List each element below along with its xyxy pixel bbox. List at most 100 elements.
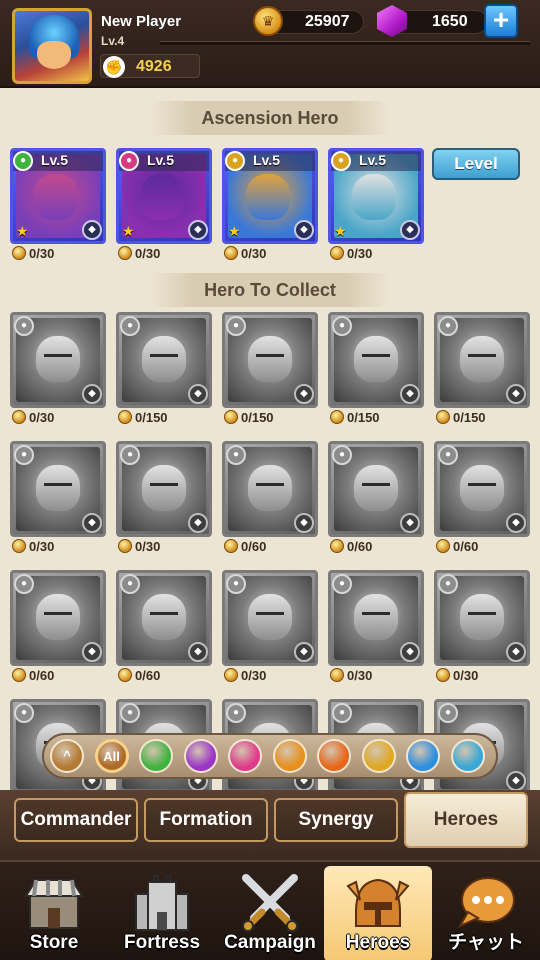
ascension-hero-card[interactable]: ● Lv.5 ★ ◆ (116, 148, 212, 244)
class-badge-icon: ● (226, 445, 246, 465)
class-badge-icon: ● (438, 574, 458, 594)
filter-orange-button[interactable] (272, 739, 307, 773)
shard-value: 0/150 (453, 410, 486, 425)
gem-value: 1650 (432, 13, 468, 30)
shard-icon (224, 539, 238, 553)
shard-icon (330, 539, 344, 553)
filter-water-button[interactable] (406, 739, 440, 773)
nav-fortress-label: Fortress (123, 932, 201, 953)
ascension-hero-card[interactable]: ● Lv.5 ★ ◆ (10, 148, 106, 244)
shard-count: 0/150 (330, 410, 380, 426)
nav-campaign[interactable]: Campaign (216, 866, 324, 960)
tab-formation[interactable]: Formation (144, 798, 268, 842)
shard-value: 0/30 (241, 246, 267, 261)
shard-icon (224, 668, 238, 682)
role-icon: ◆ (188, 513, 208, 533)
nav-store[interactable]: Store (0, 866, 108, 960)
filter-all-button[interactable]: All (94, 739, 129, 773)
class-badge-icon: ● (438, 316, 458, 336)
add-gems-button[interactable]: + (484, 4, 518, 38)
shard-value: 0/30 (347, 668, 373, 683)
role-icon: ◆ (188, 384, 208, 404)
role-icon: ◆ (82, 642, 102, 662)
hero-list-panel[interactable]: Level Ascension Hero ● Lv.5 ★ ◆ 0/30 ● L… (0, 88, 540, 790)
level-button[interactable]: Level (432, 148, 520, 180)
shard-icon (118, 668, 132, 682)
bow-icon: ◆ (82, 220, 102, 240)
ascension-hero-card[interactable]: ● Lv.5 ★ ◆ (222, 148, 318, 244)
role-icon: ◆ (400, 513, 420, 533)
player-avatar[interactable] (12, 8, 92, 84)
locked-hero-card[interactable]: ● ◆ (222, 570, 318, 666)
shard-icon (224, 410, 238, 424)
locked-hero-card[interactable]: ● ◆ (434, 312, 530, 408)
class-badge-icon: ● (438, 445, 458, 465)
hero-subtabs: Commander Formation Synergy Heroes (0, 790, 540, 860)
tab-synergy[interactable]: Synergy (274, 798, 398, 842)
filter-purple-button[interactable] (183, 739, 218, 773)
class-badge-icon: ● (332, 316, 352, 336)
locked-hero-card[interactable]: ● ◆ (116, 312, 212, 408)
role-icon: ◆ (506, 513, 526, 533)
shard-count: 0/150 (436, 410, 486, 426)
locked-hero-card[interactable]: ● ◆ (328, 312, 424, 408)
shard-icon (12, 410, 26, 424)
role-icon: ◆ (82, 384, 102, 404)
xp-bar (160, 41, 530, 45)
filter-gold-button[interactable] (361, 739, 396, 773)
filter-fire-button[interactable] (317, 739, 351, 773)
shard-count: 0/30 (330, 668, 372, 684)
locked-hero-card[interactable]: ● ◆ (328, 441, 424, 537)
helmet-icon (346, 878, 410, 927)
role-icon: ◆ (294, 384, 314, 404)
shard-value: 0/150 (241, 410, 274, 425)
locked-hero-card[interactable]: ● ◆ (328, 570, 424, 666)
tab-heroes[interactable]: Heroes (404, 792, 528, 848)
tab-commander[interactable]: Commander (14, 798, 138, 842)
class-badge-icon: ● (438, 703, 458, 723)
shard-count: 0/60 (330, 539, 372, 555)
filter-pink-button[interactable] (228, 739, 262, 773)
shard-count: 0/30 (12, 246, 54, 262)
locked-hero-card[interactable]: ● ◆ (434, 570, 530, 666)
class-badge-icon: ● (120, 316, 140, 336)
class-badge-icon: ● (332, 703, 352, 723)
role-icon: ◆ (82, 513, 102, 533)
filter-collapse-button[interactable]: ^ (50, 739, 84, 773)
locked-hero-card[interactable]: ● ◆ (10, 312, 106, 408)
class-badge-icon: ● (332, 445, 352, 465)
shard-count: 0/60 (436, 539, 478, 555)
player-level: Lv.4 (101, 34, 125, 48)
shard-value: 0/30 (29, 539, 55, 554)
nav-heroes[interactable]: Heroes (324, 866, 432, 960)
class-badge-icon: ● (120, 703, 140, 723)
shard-icon (330, 668, 344, 682)
shard-icon (12, 668, 26, 682)
class-badge-icon: ● (120, 445, 140, 465)
shard-value: 0/60 (29, 668, 55, 683)
class-badge-icon: ● (119, 151, 139, 171)
locked-hero-card[interactable]: ● ◆ (434, 441, 530, 537)
hero-level: Lv.5 (359, 152, 386, 168)
nav-chat[interactable]: チャット (432, 866, 540, 960)
shard-count: 0/30 (330, 246, 372, 262)
filter-green-button[interactable] (139, 739, 173, 773)
locked-hero-card[interactable]: ● ◆ (10, 570, 106, 666)
locked-hero-card[interactable]: ● ◆ (116, 441, 212, 537)
shard-icon (12, 246, 26, 260)
shard-value: 0/30 (135, 246, 161, 261)
locked-hero-card[interactable]: ● ◆ (222, 441, 318, 537)
store-icon (24, 879, 84, 929)
nav-fortress[interactable]: Fortress (108, 866, 216, 960)
ascension-hero-card[interactable]: ● Lv.5 ★ ◆ (328, 148, 424, 244)
star-icon: ★ (228, 223, 241, 239)
locked-hero-card[interactable]: ● ◆ (116, 570, 212, 666)
shard-value: 0/30 (453, 668, 479, 683)
shard-icon (118, 246, 132, 260)
filter-skull-button[interactable] (450, 739, 485, 773)
gold-value: 25907 (305, 13, 350, 30)
shard-value: 0/60 (241, 539, 267, 554)
locked-hero-card[interactable]: ● ◆ (222, 312, 318, 408)
shard-value: 0/60 (453, 539, 479, 554)
locked-hero-card[interactable]: ● ◆ (10, 441, 106, 537)
